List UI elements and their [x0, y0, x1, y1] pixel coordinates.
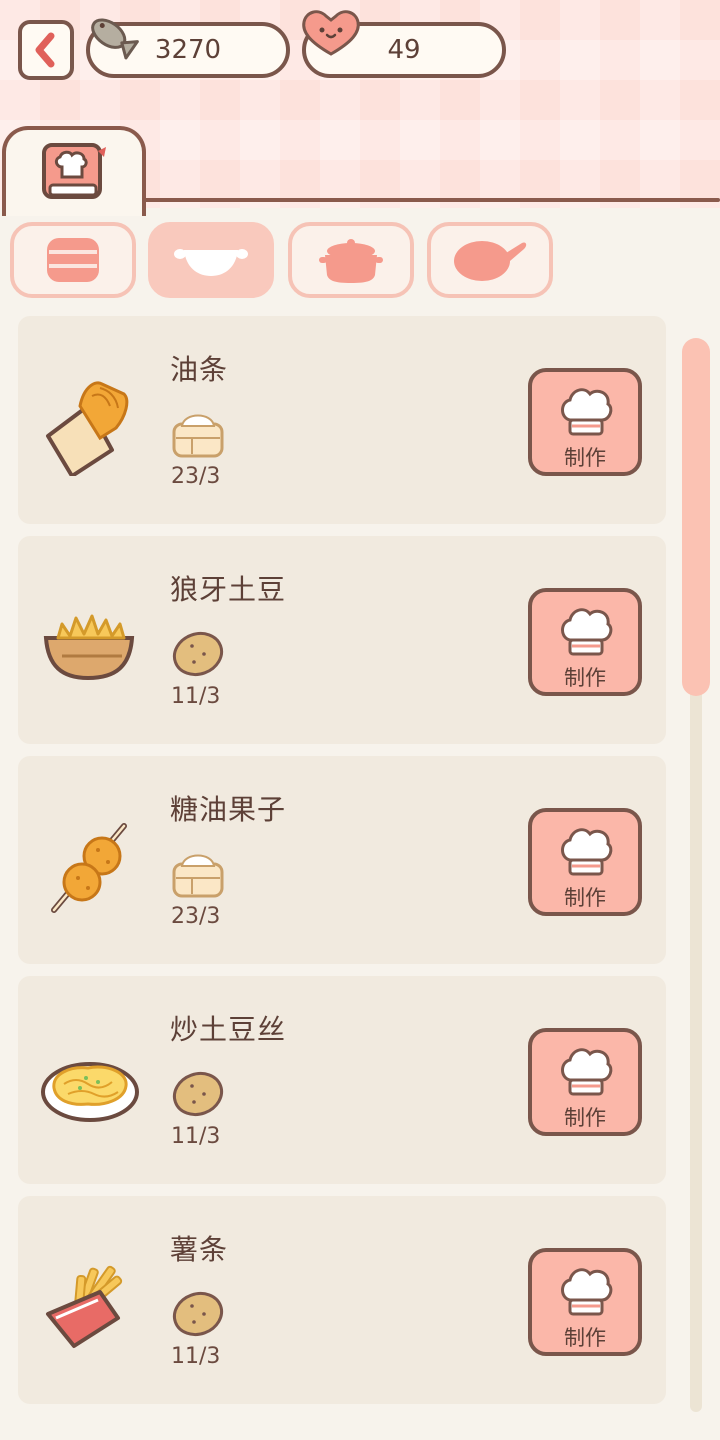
category-tab-pot[interactable]	[288, 222, 414, 298]
shredded-potato-plate-icon	[41, 1062, 139, 1122]
chef-hat-icon	[561, 388, 613, 436]
category-tab-wok[interactable]	[148, 222, 274, 298]
make-button-label: 制作	[564, 1106, 606, 1130]
make-button-label: 制作	[564, 1326, 606, 1350]
recipe-card: 油条 23/3 制作	[18, 316, 666, 524]
tab-recipe-book[interactable]	[2, 126, 146, 216]
back-button[interactable]	[18, 20, 74, 80]
make-button[interactable]: 制作	[528, 1248, 642, 1356]
recipe-name: 糖油果子	[170, 793, 287, 826]
recipe-name: 薯条	[170, 1233, 229, 1266]
flour-sack-icon	[172, 854, 224, 898]
stacked-box-icon	[47, 238, 99, 282]
recipe-card: 狼牙土豆 11/3 制作	[18, 536, 666, 744]
recipe-book-icon	[42, 143, 106, 199]
scrollbar-thumb[interactable]	[682, 338, 710, 696]
chef-hat-icon	[561, 608, 613, 656]
potato-icon	[172, 1071, 224, 1117]
recipe-name: 狼牙土豆	[170, 573, 287, 606]
fish-icon	[91, 18, 139, 60]
fish-count: 3270	[154, 35, 222, 65]
ingredient-count: 23/3	[171, 904, 221, 929]
make-button[interactable]: 制作	[528, 808, 642, 916]
recipe-name: 炒土豆丝	[170, 1013, 287, 1046]
frying-pan-icon	[454, 241, 527, 281]
potato-icon	[172, 1291, 224, 1337]
ingredient-count: 11/3	[171, 684, 221, 709]
sugar-fritter-skewer-icon	[51, 823, 127, 913]
category-tab-pan[interactable]	[427, 222, 553, 298]
make-button-label: 制作	[564, 446, 606, 470]
heart-icon	[302, 10, 360, 56]
french-fries-icon	[46, 1265, 123, 1348]
recipe-name: 油条	[170, 353, 229, 386]
make-button[interactable]: 制作	[528, 1028, 642, 1136]
ingredient-count: 11/3	[171, 1344, 221, 1369]
heart-count: 49	[387, 35, 421, 65]
recipe-card: 炒土豆丝 11/3 制作	[18, 976, 666, 1184]
make-button[interactable]: 制作	[528, 588, 642, 696]
chef-hat-icon	[561, 1268, 613, 1316]
flour-sack-icon	[172, 414, 224, 458]
youtiao-icon	[46, 381, 129, 476]
make-button[interactable]: 制作	[528, 368, 642, 476]
ingredient-count: 11/3	[171, 1124, 221, 1149]
potato-wedges-icon	[43, 614, 135, 681]
chef-hat-icon	[561, 828, 613, 876]
category-tab-bakery[interactable]	[10, 222, 136, 298]
make-button-label: 制作	[564, 886, 606, 910]
potato-icon	[172, 631, 224, 677]
chef-hat-icon	[561, 1048, 613, 1096]
ingredient-count: 23/3	[171, 464, 221, 489]
chevron-left-icon	[35, 32, 55, 68]
header-divider	[140, 198, 720, 202]
recipe-card: 薯条 11/3 制作	[18, 1196, 666, 1404]
make-button-label: 制作	[564, 666, 606, 690]
pot-icon	[319, 239, 383, 283]
recipe-card: 糖油果子 23/3 制作	[18, 756, 666, 964]
wok-icon	[174, 249, 248, 276]
